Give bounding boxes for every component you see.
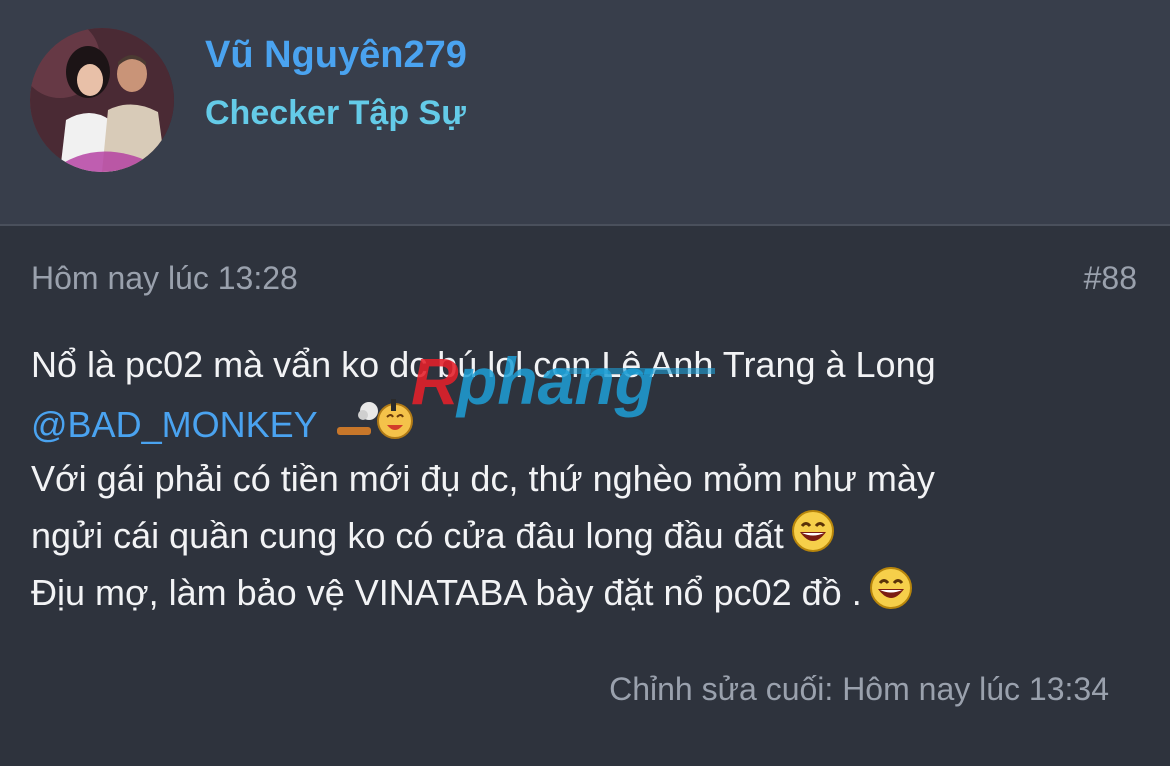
post-line-5: Địu mợ, làm bảo vệ VINATABA bày đặt nổ p… [31, 564, 1131, 621]
avatar[interactable] [30, 28, 174, 172]
post-line-4: ngửi cái quần cung ko có cửa đâu long đầ… [31, 507, 1131, 564]
post-number[interactable]: #88 [1084, 260, 1137, 297]
post-line-3: Với gái phải có tiền mới đụ dc, thứ nghè… [31, 458, 935, 499]
user-title: Checker Tập Sự [205, 94, 466, 132]
post-timestamp[interactable]: Hôm nay lúc 13:28 [31, 260, 298, 297]
user-mention[interactable]: @BAD_MONKEY [31, 404, 317, 445]
last-edited-info: Chỉnh sửa cuối: Hôm nay lúc 13:34 [609, 671, 1109, 707]
laughing-emoji-icon [790, 508, 836, 570]
laughing-emoji-icon [868, 565, 914, 627]
post-content: Nổ là pc02 mà vẩn ko dc bú lol con Lê An… [31, 336, 1131, 621]
post-line-1: Nổ là pc02 mà vẩn ko dc bú lol con Lê An… [31, 344, 936, 385]
post-line-4-text: ngửi cái quần cung ko có cửa đâu long đầ… [31, 515, 784, 556]
post-line-5-text: Địu mợ, làm bảo vệ VINATABA bày đặt nổ p… [31, 572, 862, 613]
post-line-2: @BAD_MONKEY [31, 393, 1131, 450]
post-author-header: Vũ Nguyên279 Checker Tập Sự [0, 0, 1170, 226]
user-name[interactable]: Vũ Nguyên279 [205, 34, 467, 77]
